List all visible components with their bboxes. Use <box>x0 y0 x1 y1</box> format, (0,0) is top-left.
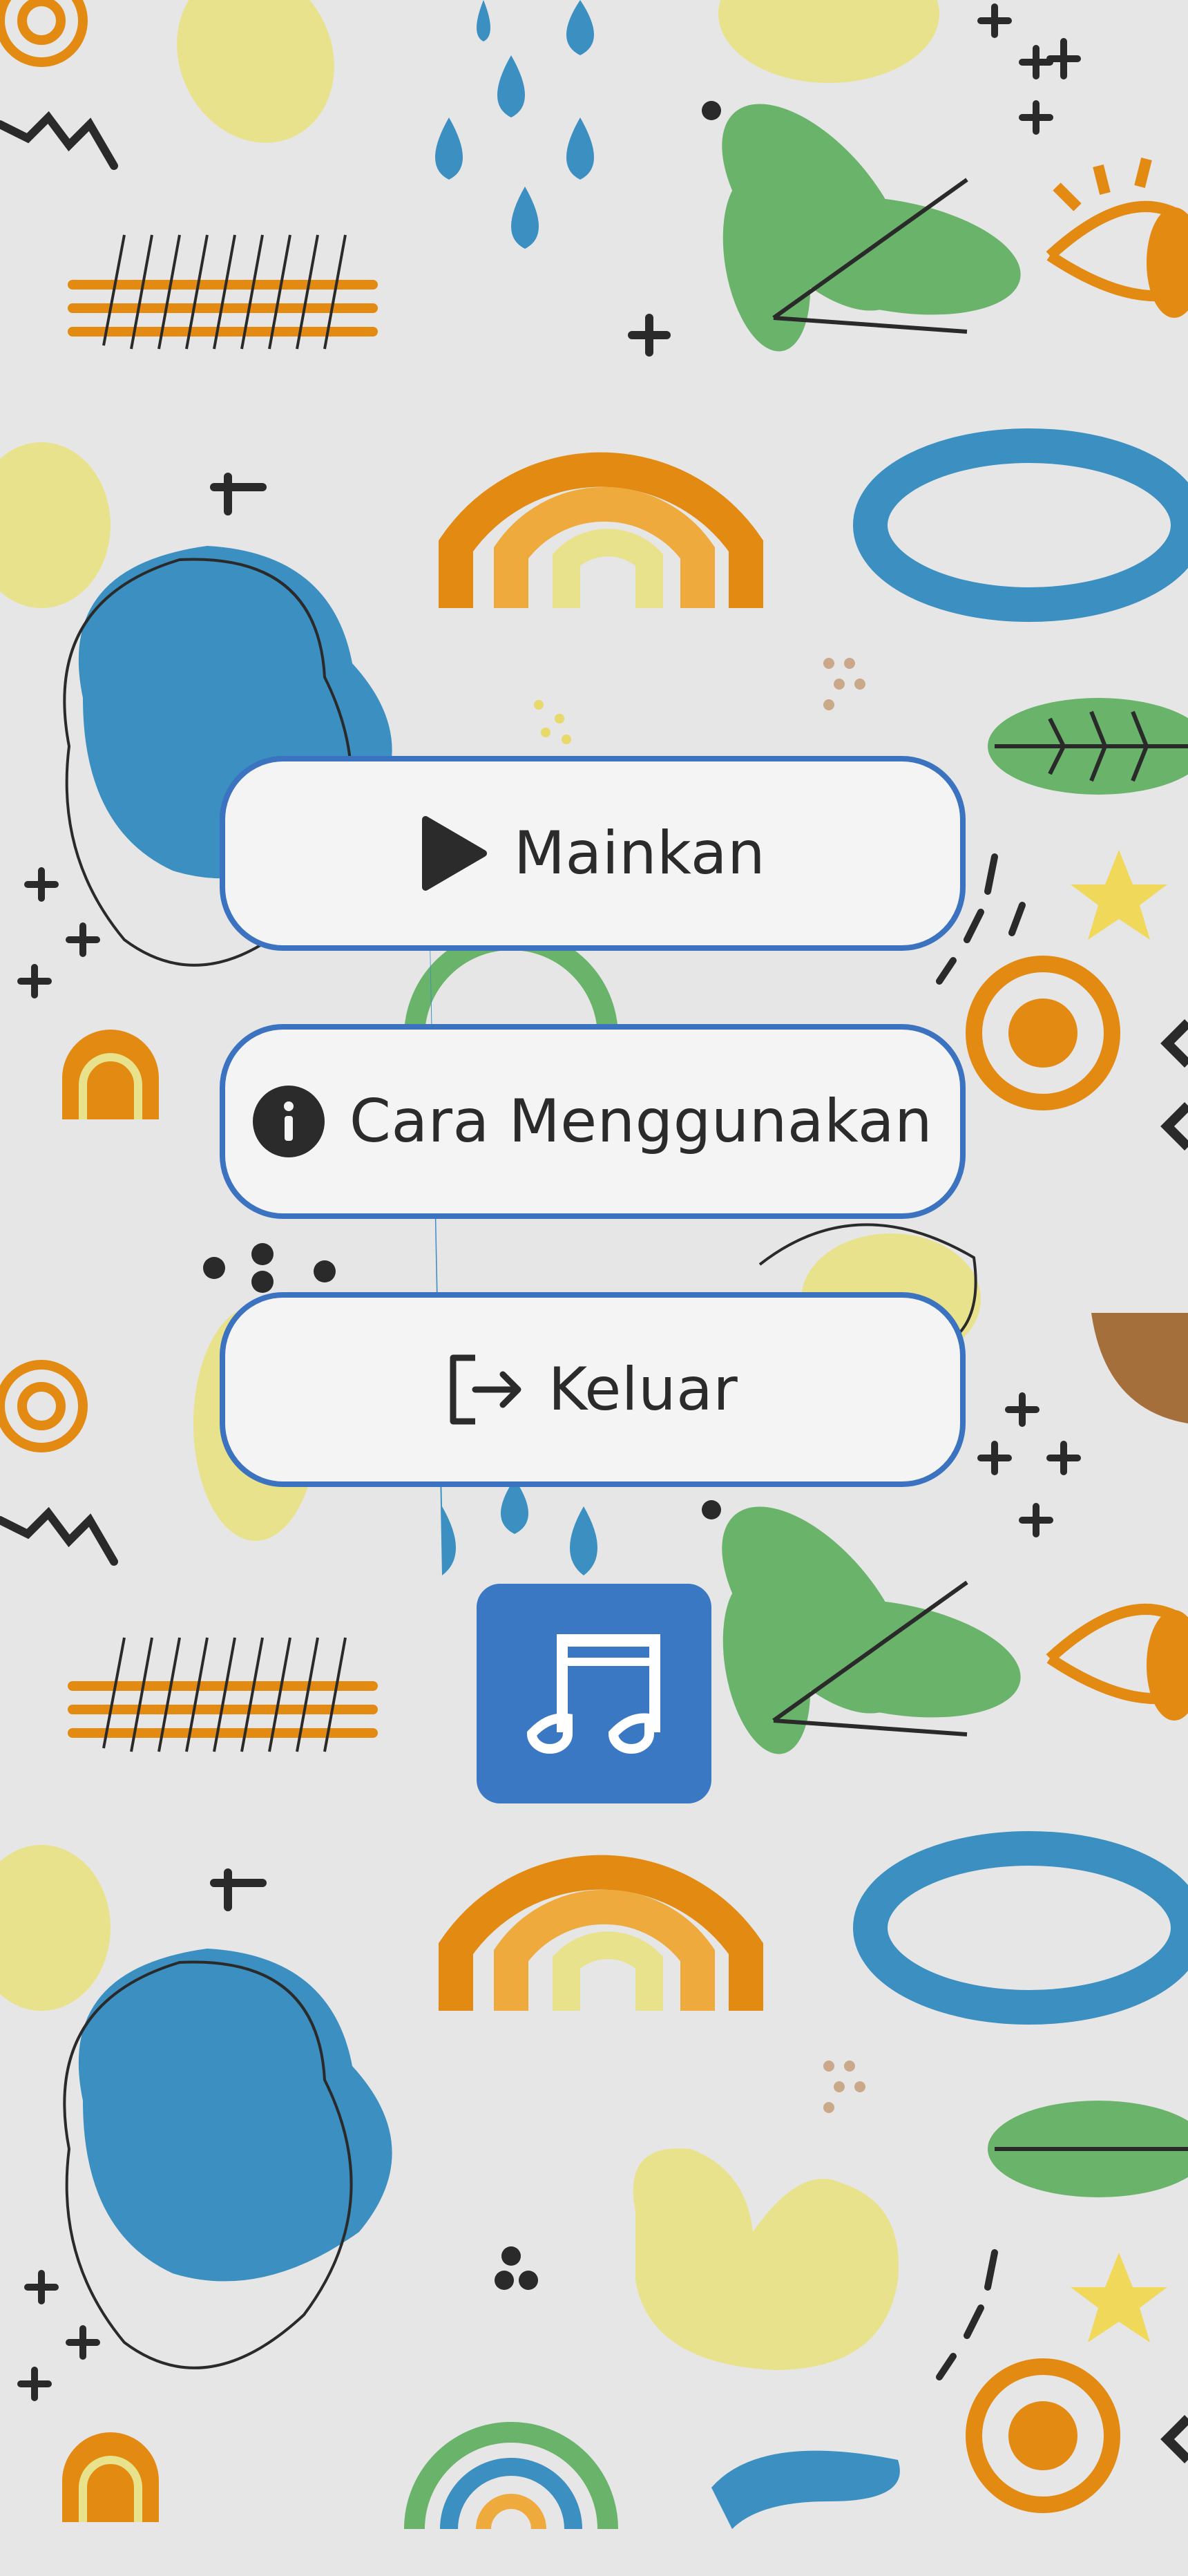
logout-icon <box>448 1354 524 1426</box>
play-button-label: Mainkan <box>513 819 766 888</box>
play-icon <box>420 815 489 891</box>
exit-button[interactable]: Keluar <box>220 1292 966 1487</box>
how-to-use-button-label: Cara Menggunakan <box>349 1087 933 1156</box>
decorative-background <box>0 0 1188 2576</box>
music-toggle-button[interactable] <box>477 1584 711 1803</box>
music-note-icon <box>525 1630 663 1757</box>
exit-button-label: Keluar <box>548 1355 738 1424</box>
play-button[interactable]: Mainkan <box>220 756 966 951</box>
info-icon <box>252 1086 325 1157</box>
how-to-use-button[interactable]: Cara Menggunakan <box>220 1024 966 1219</box>
